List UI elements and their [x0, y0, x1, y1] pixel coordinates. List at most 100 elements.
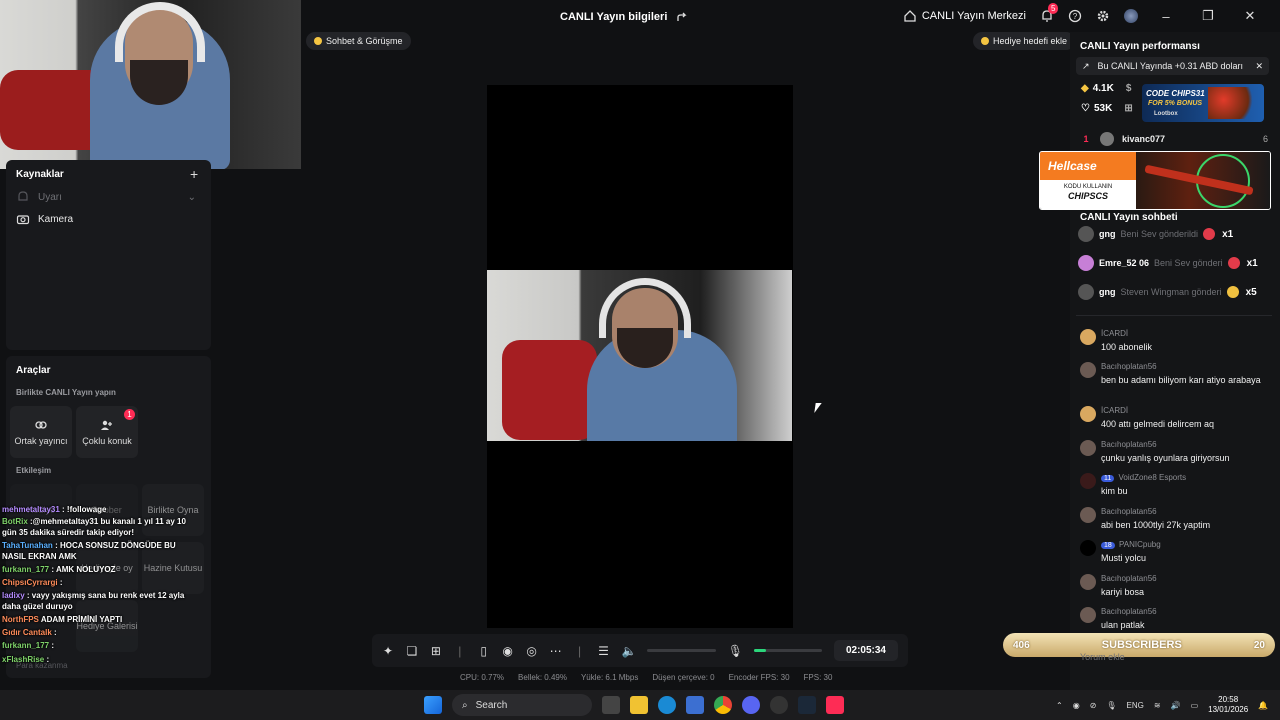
promo-image	[1208, 87, 1260, 119]
avatar	[1078, 255, 1094, 271]
taskbar-search[interactable]: ⌕ Search	[452, 694, 592, 716]
list-item: xFlashRise :	[2, 655, 50, 664]
tools-title: Araçlar	[16, 365, 51, 376]
discord-tray-icon[interactable]: ◉	[1073, 701, 1080, 710]
gift-message: Emre_52 06 Beni Sev gönderi x1	[1078, 254, 1274, 272]
stream-stats: CPU: 0.77% Bellek: 0.49% Yükle: 6.1 Mbps…	[460, 673, 840, 685]
gear-icon	[1097, 10, 1109, 22]
source-alert[interactable]: Uyarı ⌄	[16, 190, 196, 204]
maximize-icon[interactable]: ❐	[1194, 8, 1222, 24]
chat-call-button[interactable]: Sohbet & Görüşme	[306, 32, 411, 50]
chevron-up-icon[interactable]: ⌃	[1056, 701, 1063, 710]
cohost-button[interactable]: Ortak yayıncı	[10, 406, 72, 458]
language-indicator[interactable]: ENG	[1127, 701, 1144, 710]
app-icon[interactable]	[770, 696, 788, 714]
comment-input[interactable]: Yorum ekle	[1076, 652, 1246, 670]
earnings-banner: ↗ Bu CANLI Yayında +0.31 ABD doları ✕	[1076, 57, 1269, 75]
task-view-icon[interactable]	[602, 696, 620, 714]
network-off-icon[interactable]: ⊘	[1090, 701, 1097, 710]
magic-wand-icon[interactable]: ✦	[382, 644, 394, 658]
layers-icon[interactable]: ❏	[406, 644, 418, 658]
gift-icon	[1227, 257, 1240, 269]
multi-guest-label: Çoklu konuk	[82, 436, 132, 446]
rank-count: 6	[1262, 134, 1268, 144]
subs-left-count: 406	[1013, 639, 1030, 651]
sources-panel: Kaynaklar + Uyarı ⌄ Kamera	[6, 160, 211, 350]
live-chat-title: CANLI Yayın sohbeti	[1080, 212, 1178, 223]
list-item: NorthFPS ADAM PRİMİNİ YAPTI	[2, 615, 123, 624]
volume-slider[interactable]	[647, 649, 716, 652]
record-icon[interactable]: ◉	[502, 644, 514, 658]
interaction-title: Etkileşim	[16, 466, 52, 475]
together-title: Birlikte CANLI Yayın yapın	[16, 388, 116, 397]
stat-dropped: Düşen çerçeve: 0	[652, 673, 715, 682]
promo-label: KODU KULLANIN	[1063, 184, 1113, 190]
list-item: mehmetaltay31 : !followage	[2, 505, 107, 514]
overlay-chat: mehmetaltay31 : !followage BotRix :@mehm…	[0, 502, 200, 672]
source-label: Kamera	[38, 213, 74, 225]
avatar	[1078, 284, 1094, 300]
screen-add-icon[interactable]: ⊞	[430, 644, 442, 658]
promo-code: CHIPSCS	[1067, 191, 1108, 201]
share-icon[interactable]	[675, 10, 689, 24]
store-icon[interactable]	[686, 696, 704, 714]
avatar	[1078, 226, 1094, 242]
chevron-down-icon[interactable]: ⌄	[188, 192, 196, 203]
top-viewer-row[interactable]: 1 kivanc077 6	[1080, 131, 1268, 147]
likes-value: 53K	[1093, 103, 1113, 114]
battery-icon[interactable]: ▭	[1191, 701, 1199, 710]
steam-icon[interactable]	[798, 696, 816, 714]
comment-placeholder: Yorum ekle	[1080, 652, 1125, 662]
cohost-label: Ortak yayıncı	[14, 436, 68, 446]
notification-icon[interactable]: 🔔	[1258, 701, 1268, 710]
chat-icon	[314, 37, 322, 45]
more-icon[interactable]: ⋯	[550, 644, 562, 658]
avatar	[1080, 574, 1096, 590]
promo-banner-lootbox: CODE CHIPS31 FOR 5% BONUS Lootbox	[1142, 84, 1264, 122]
diamond-metric: ◆ 4.1K $	[1081, 83, 1131, 94]
page-title: CANLI Yayın bilgileri	[560, 11, 668, 23]
microphone-icon[interactable]: 🎙	[728, 644, 743, 658]
discord-icon[interactable]	[742, 696, 760, 714]
wifi-icon[interactable]: ≋	[1154, 701, 1161, 710]
clock[interactable]: 20:58 13/01/2026	[1208, 695, 1248, 715]
file-explorer-icon[interactable]	[630, 696, 648, 714]
phone-icon[interactable]: ▯	[478, 644, 490, 658]
lightbulb-icon	[981, 37, 989, 45]
mic-slider[interactable]	[753, 649, 822, 652]
live-center-button[interactable]: CANLI Yayın Merkezi	[903, 9, 1026, 23]
microphone-icon[interactable]: 🎙	[1106, 701, 1116, 710]
help-button[interactable]: ?	[1068, 9, 1082, 23]
avatar	[1080, 607, 1096, 623]
stat-encoder-fps: Encoder FPS: 30	[728, 673, 790, 682]
minimize-icon[interactable]: –	[1152, 9, 1180, 24]
sliders-icon[interactable]: ☰	[598, 644, 610, 658]
source-camera[interactable]: Kamera	[16, 212, 73, 226]
coin-icon: $	[1125, 83, 1132, 94]
volume-icon[interactable]: 🔊	[1171, 701, 1181, 710]
avatar	[1080, 540, 1096, 556]
gift-goal-button[interactable]: Hediye hedefi ekle	[973, 32, 1076, 50]
chrome-icon[interactable]	[714, 696, 732, 714]
separator: |	[458, 643, 462, 658]
live-info-title[interactable]: CANLI Yayın bilgileri	[560, 9, 740, 25]
windows-start-icon[interactable]	[424, 696, 442, 714]
camera-icon	[16, 215, 30, 225]
promo-brand: Hellcase	[1040, 152, 1136, 180]
promo-banner-hellcase: Hellcase KODU KULLANIN CHIPSCS	[1039, 151, 1271, 210]
stat-upload: Yükle: 6.1 Mbps	[580, 673, 639, 682]
avatar[interactable]	[1124, 9, 1138, 23]
capture-icon[interactable]: ◎	[526, 644, 538, 658]
gift-icon: ⊞	[1124, 103, 1133, 114]
close-icon[interactable]: ✕	[1255, 61, 1263, 72]
settings-button[interactable]	[1096, 9, 1110, 23]
close-icon[interactable]: ✕	[1236, 8, 1264, 24]
users-icon	[101, 420, 112, 430]
tiktok-live-icon[interactable]	[826, 696, 844, 714]
heart-icon: ♡	[1081, 103, 1090, 114]
speaker-icon[interactable]: 🔈	[621, 644, 636, 658]
edge-icon[interactable]	[658, 696, 676, 714]
rank-user: kivanc077	[1122, 134, 1166, 144]
add-source-icon[interactable]: +	[190, 166, 198, 182]
notifications-button[interactable]: 5	[1040, 3, 1059, 23]
